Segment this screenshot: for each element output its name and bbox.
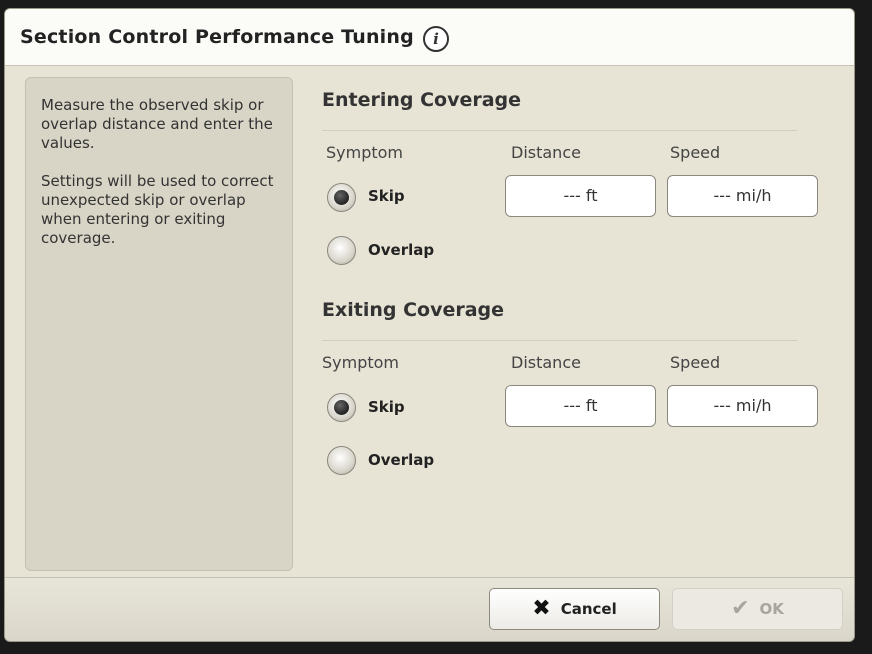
cancel-button-label: Cancel bbox=[560, 600, 617, 618]
exiting-coverage-title: Exiting Coverage bbox=[322, 299, 505, 321]
help-text-measure: Measure the observed skip or overlap dis… bbox=[41, 96, 273, 152]
title-bar: Section Control Performance Tuning i bbox=[5, 9, 854, 66]
cancel-button[interactable]: ✖ Cancel bbox=[489, 588, 660, 630]
entering-overlap-label[interactable]: Overlap bbox=[368, 241, 434, 259]
x-icon: ✖ bbox=[532, 596, 551, 621]
entering-skip-radio[interactable] bbox=[327, 183, 356, 212]
exiting-skip-label[interactable]: Skip bbox=[368, 398, 405, 416]
exiting-speed-field[interactable]: --- mi/h bbox=[667, 385, 818, 427]
tuning-dialog: Section Control Performance Tuning i Mea… bbox=[4, 8, 855, 642]
exiting-skip-radio[interactable] bbox=[327, 393, 356, 422]
entering-overlap-radio[interactable] bbox=[327, 236, 356, 265]
entering-symptom-header: Symptom bbox=[326, 143, 404, 162]
entering-distance-header: Distance bbox=[511, 143, 581, 162]
dialog-footer: ✖ Cancel ✔ OK bbox=[5, 577, 854, 641]
entering-speed-field[interactable]: --- mi/h bbox=[667, 175, 818, 217]
ok-button[interactable]: ✔ OK bbox=[672, 588, 843, 630]
help-text-settings: Settings will be used to correct unexpec… bbox=[41, 172, 274, 247]
entering-coverage-title: Entering Coverage bbox=[322, 89, 522, 111]
exiting-overlap-radio[interactable] bbox=[327, 446, 356, 475]
exiting-overlap-label[interactable]: Overlap bbox=[368, 451, 434, 469]
ok-button-label: OK bbox=[759, 600, 784, 618]
radio-selected-dot bbox=[334, 190, 349, 205]
help-panel: Measure the observed skip or overlap dis… bbox=[25, 77, 293, 571]
exiting-speed-header: Speed bbox=[670, 353, 721, 372]
entering-distance-field[interactable]: --- ft bbox=[505, 175, 656, 217]
radio-selected-dot bbox=[334, 400, 349, 415]
entering-skip-label[interactable]: Skip bbox=[368, 187, 405, 205]
exiting-distance-header: Distance bbox=[511, 353, 581, 372]
exiting-symptom-header: Symptom bbox=[322, 353, 400, 372]
exiting-distance-field[interactable]: --- ft bbox=[505, 385, 656, 427]
checkmark-icon: ✔ bbox=[731, 596, 750, 621]
entering-speed-header: Speed bbox=[670, 143, 721, 162]
entering-divider bbox=[322, 130, 797, 131]
info-icon[interactable]: i bbox=[423, 26, 449, 52]
dialog-title: Section Control Performance Tuning bbox=[20, 26, 414, 48]
exiting-divider bbox=[322, 340, 797, 341]
